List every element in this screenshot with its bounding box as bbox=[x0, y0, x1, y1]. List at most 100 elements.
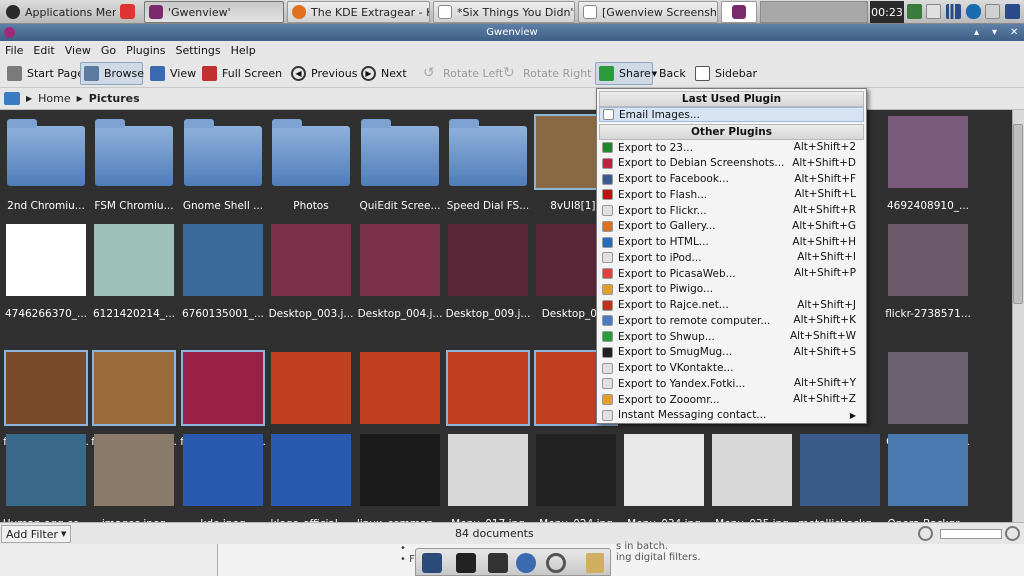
sidebar-button[interactable]: Sidebar bbox=[692, 62, 760, 85]
thumbnail-item[interactable]: Speed Dial FS... bbox=[444, 112, 532, 218]
zoom-slider[interactable] bbox=[940, 529, 1002, 539]
thumbnail-item[interactable]: 4746266370_... bbox=[2, 220, 90, 326]
menu-item-export[interactable]: Export to remote computer... Alt+Shift+K bbox=[599, 313, 864, 328]
thumbnail-item[interactable]: QuiEdit Scree... bbox=[356, 112, 444, 218]
menu-item-email-images[interactable]: Email Images... bbox=[599, 107, 864, 122]
window-titlebar[interactable]: Gwenview ▴ ▾ ✕ bbox=[0, 24, 1024, 41]
menu-go[interactable]: Go bbox=[96, 44, 121, 57]
menu-item-label: Export to Rajce.net... bbox=[618, 299, 729, 311]
menu-item-export[interactable]: Export to Flickr... Alt+Shift+R bbox=[599, 203, 864, 218]
full-screen-button[interactable]: Full Screen bbox=[199, 62, 285, 85]
taskbar-item-gwenview-small[interactable] bbox=[721, 1, 757, 23]
folder-icon[interactable] bbox=[4, 92, 20, 105]
taskbar-item-six-things[interactable]: *Six Things You Didn't ... bbox=[433, 1, 575, 23]
thumbnail-item[interactable]: Gnome Shell ... bbox=[179, 112, 267, 218]
volume-icon[interactable] bbox=[985, 4, 1000, 19]
maximize-icon[interactable]: ▴ bbox=[974, 24, 979, 41]
rotate-left-button[interactable]: ↺ Rotate Left bbox=[420, 62, 506, 85]
menu-item-export[interactable]: Export to iPod... Alt+Shift+I bbox=[599, 250, 864, 265]
wifi-icon[interactable] bbox=[1005, 4, 1020, 19]
menu-item-export[interactable]: Export to Debian Screenshots... Alt+Shift… bbox=[599, 156, 864, 171]
notes-tray-icon[interactable] bbox=[926, 4, 941, 19]
next-button[interactable]: ▶ Next bbox=[358, 62, 410, 85]
rotate-right-button[interactable]: ↻ Rotate Right bbox=[500, 62, 594, 85]
zoom-in-icon[interactable] bbox=[1005, 526, 1020, 541]
minimize-icon[interactable]: ▾ bbox=[992, 24, 997, 41]
terminal-icon[interactable] bbox=[456, 553, 476, 573]
thumbnail-item[interactable]: kde.jpeg bbox=[179, 430, 267, 522]
zoom-out-icon[interactable] bbox=[918, 526, 933, 541]
taskbar-item-gwenview-screenshot[interactable]: [Gwenview Screenshot... bbox=[578, 1, 718, 23]
menu-item-export[interactable]: Export to Facebook... Alt+Shift+F bbox=[599, 172, 864, 187]
power-icon[interactable] bbox=[120, 4, 135, 19]
add-filter-button[interactable]: Add Filter ▼ bbox=[1, 525, 72, 543]
scrollbar-thumb[interactable] bbox=[1013, 124, 1023, 304]
menu-item-export[interactable]: Export to Yandex.Fotki... Alt+Shift+Y bbox=[599, 376, 864, 391]
menu-settings[interactable]: Settings bbox=[171, 44, 226, 57]
menu-file[interactable]: File bbox=[0, 44, 28, 57]
thumbnail-item[interactable]: Opera-Backgr... bbox=[884, 430, 972, 522]
view-button[interactable]: View bbox=[147, 62, 199, 85]
back-button[interactable]: Back bbox=[656, 62, 689, 85]
breadcrumb-home[interactable]: Home bbox=[38, 92, 70, 105]
thumbnail-item[interactable]: Menu_024.jpg bbox=[532, 430, 620, 522]
previous-button[interactable]: ◀ Previous bbox=[288, 62, 361, 85]
browse-button[interactable]: Browse bbox=[80, 62, 144, 85]
menu-view[interactable]: View bbox=[60, 44, 96, 57]
signal-icon[interactable] bbox=[946, 4, 961, 19]
thumbnail-item[interactable]: 6121420214_... bbox=[90, 220, 178, 326]
thumbnail-item[interactable]: Desktop_009.j... bbox=[444, 220, 532, 326]
start-page-button[interactable]: Start Page bbox=[4, 62, 87, 85]
taskbar-item-kde-extragear[interactable]: The KDE Extragear - Ki... bbox=[287, 1, 430, 23]
menu-plugins[interactable]: Plugins bbox=[121, 44, 170, 57]
thumbnail-item[interactable]: flickr-2738571... bbox=[884, 220, 972, 326]
applications-menu-button[interactable]: Applications Menu bbox=[2, 1, 116, 23]
thumbnail-item[interactable]: Desktop_003.j... bbox=[267, 220, 355, 326]
menu-item-export[interactable]: Export to Flash... Alt+Shift+L bbox=[599, 187, 864, 202]
thumbnail-item[interactable]: klogo-official-... bbox=[267, 430, 355, 522]
thumbnail-item[interactable]: Menu_017.jpg bbox=[444, 430, 532, 522]
close-icon[interactable]: ✕ bbox=[1010, 24, 1018, 41]
menu-item-export[interactable]: Export to Shwup... Alt+Shift+W bbox=[599, 329, 864, 344]
menu-help[interactable]: Help bbox=[226, 44, 261, 57]
thumbnail-item[interactable]: Human egg ce... bbox=[2, 430, 90, 522]
menu-item-export[interactable]: Instant Messaging contact... ▶ bbox=[599, 408, 864, 423]
thumbnail-item[interactable]: 2nd Chromiu... bbox=[2, 112, 90, 218]
thumbnail-item[interactable]: Photos bbox=[267, 112, 355, 218]
menu-item-export[interactable]: Export to 23... Alt+Shift+2 bbox=[599, 140, 864, 155]
thumbnail-item[interactable]: 4692408910_... bbox=[884, 112, 972, 218]
menu-item-export[interactable]: Export to Gallery... Alt+Shift+G bbox=[599, 219, 864, 234]
browser-icon[interactable] bbox=[516, 553, 536, 573]
taskbar-item-gwenview[interactable]: 'Gwenview' bbox=[144, 1, 284, 23]
thumbnail-item[interactable]: Menu_035.jpg bbox=[708, 430, 796, 522]
thumbnail-item[interactable]: FSM Chromiu... bbox=[90, 112, 178, 218]
share-button[interactable]: Share ▼ bbox=[595, 62, 657, 85]
menu-item-export[interactable]: Export to VKontakte... bbox=[599, 361, 864, 376]
search-icon[interactable] bbox=[546, 553, 566, 573]
thumbnail-item[interactable]: metallicbackg... bbox=[796, 430, 884, 522]
menu-item-export[interactable]: Export to SmugMug... Alt+Shift+S bbox=[599, 345, 864, 360]
menu-item-label: Export to Yandex.Fotki... bbox=[618, 377, 746, 390]
window-menu-icon[interactable] bbox=[4, 27, 15, 38]
image-thumbnail bbox=[181, 350, 265, 426]
workspace-switcher[interactable] bbox=[760, 1, 868, 23]
menu-item-export[interactable]: Export to PicasaWeb... Alt+Shift+P bbox=[599, 266, 864, 281]
menu-item-export[interactable]: Export to Zooomr... Alt+Shift+Z bbox=[599, 392, 864, 407]
menu-item-export[interactable]: Export to Rajce.net... Alt+Shift+J bbox=[599, 298, 864, 313]
files-icon[interactable] bbox=[488, 553, 508, 573]
menu-item-export[interactable]: Export to Piwigo... bbox=[599, 282, 864, 297]
thumbnail-item[interactable]: linux_comman... bbox=[356, 430, 444, 522]
folder-icon[interactable] bbox=[586, 553, 604, 573]
skype-icon[interactable] bbox=[966, 4, 981, 19]
menu-item-label: Export to Flickr... bbox=[618, 204, 707, 217]
photo-tray-icon[interactable] bbox=[907, 4, 922, 19]
thumbnail-item[interactable]: images.jpeg bbox=[90, 430, 178, 522]
breadcrumb-current[interactable]: Pictures bbox=[89, 92, 140, 105]
desktop-icon[interactable] bbox=[422, 553, 442, 573]
thumbnail-item[interactable]: Desktop_004.j... bbox=[356, 220, 444, 326]
clock[interactable]: 00:23 bbox=[870, 1, 904, 23]
menu-item-export[interactable]: Export to HTML... Alt+Shift+H bbox=[599, 235, 864, 250]
thumbnail-item[interactable]: 6760135001_... bbox=[179, 220, 267, 326]
menu-edit[interactable]: Edit bbox=[28, 44, 59, 57]
thumbnail-item[interactable]: Menu_034.jpg bbox=[620, 430, 708, 522]
